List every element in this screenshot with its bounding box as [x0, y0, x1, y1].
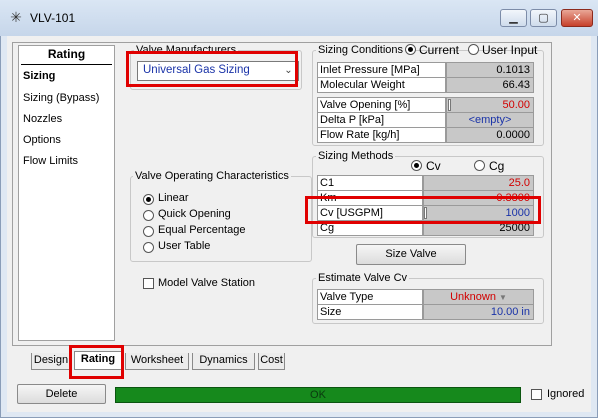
- c1-label: C1: [317, 175, 423, 191]
- delete-button[interactable]: Delete: [17, 384, 106, 404]
- inlet-pressure-label: Inlet Pressure [MPa]: [317, 62, 446, 78]
- radio-quick-opening[interactable]: [143, 210, 154, 221]
- nav-item-sizing[interactable]: Sizing: [23, 70, 55, 82]
- highlight-rating-tab: [69, 345, 124, 379]
- radio-cg-label: Cg: [489, 159, 505, 173]
- molecular-weight-value[interactable]: 66.43: [446, 77, 534, 93]
- sizing-conditions-label: Sizing Conditions: [316, 44, 405, 56]
- radio-current[interactable]: [405, 44, 416, 55]
- molecular-weight-label: Molecular Weight: [317, 77, 446, 93]
- ignored-checkbox[interactable]: [531, 389, 542, 400]
- tab-design[interactable]: Design: [31, 353, 71, 370]
- radio-user-input[interactable]: [468, 44, 479, 55]
- window-title: VLV-101: [30, 11, 76, 25]
- inlet-pressure-value[interactable]: 0.1013: [446, 62, 534, 78]
- valve-opening-label: Valve Opening [%]: [317, 97, 446, 113]
- size-label: Size: [317, 304, 423, 320]
- tab-cost[interactable]: Cost: [258, 353, 285, 370]
- highlight-valve-manufacturer: [126, 51, 298, 87]
- valve-opening-value[interactable]: 50.00: [446, 97, 534, 113]
- nav-divider: [21, 64, 112, 65]
- radio-cg[interactable]: [474, 160, 485, 171]
- status-bar: OK: [115, 387, 521, 403]
- c1-value[interactable]: 25.0: [423, 175, 534, 191]
- option-user-table-label: User Table: [158, 240, 211, 252]
- nav-item-options[interactable]: Options: [23, 134, 61, 146]
- radio-user-table[interactable]: [143, 242, 154, 253]
- maximize-button[interactable]: ▢: [530, 9, 557, 27]
- valve-type-label: Valve Type: [317, 289, 423, 305]
- option-linear-label: Linear: [158, 192, 189, 204]
- tab-worksheet[interactable]: Worksheet: [125, 353, 189, 370]
- valve-opening-slider-handle[interactable]: [448, 99, 451, 111]
- model-valve-station-checkbox[interactable]: [143, 278, 154, 289]
- flow-rate-value[interactable]: 0.0000: [446, 127, 534, 143]
- minimize-button[interactable]: ▁: [500, 9, 527, 27]
- radio-current-label: Current: [419, 43, 460, 57]
- valve-type-value[interactable]: Unknown ▼: [423, 289, 534, 305]
- asterisk-icon: ✳: [10, 9, 22, 25]
- radio-linear[interactable]: [143, 194, 154, 205]
- delta-p-label: Delta P [kPa]: [317, 112, 446, 128]
- minimize-icon: ▁: [509, 12, 518, 24]
- radio-cv-label: Cv: [426, 159, 441, 173]
- estimate-valve-cv-label: Estimate Valve Cv: [316, 272, 410, 284]
- highlight-cv: [305, 196, 541, 224]
- radio-cv[interactable]: [411, 160, 422, 171]
- option-equal-percentage-label: Equal Percentage: [158, 224, 246, 236]
- nav-header: Rating: [47, 47, 86, 61]
- option-quick-opening-label: Quick Opening: [158, 208, 231, 220]
- delta-p-value[interactable]: <empty>: [446, 112, 534, 128]
- tab-dynamics[interactable]: Dynamics: [192, 353, 255, 370]
- radio-equal-percentage[interactable]: [143, 226, 154, 237]
- close-button[interactable]: ✕: [561, 9, 593, 27]
- close-icon: ✕: [572, 12, 582, 24]
- nav-item-flow-limits[interactable]: Flow Limits: [23, 155, 78, 167]
- size-value[interactable]: 10.00 in: [423, 304, 534, 320]
- operating-characteristics-label: Valve Operating Characteristics: [133, 170, 291, 182]
- nav-item-nozzles[interactable]: Nozzles: [23, 113, 62, 125]
- size-valve-button[interactable]: Size Valve: [356, 244, 466, 265]
- rating-nav: [18, 45, 115, 341]
- flow-rate-label: Flow Rate [kg/h]: [317, 127, 446, 143]
- maximize-icon: ▢: [538, 12, 549, 24]
- sizing-methods-label: Sizing Methods: [316, 150, 396, 162]
- chevron-down-icon[interactable]: ▼: [499, 293, 507, 302]
- radio-user-input-label: User Input: [482, 43, 538, 57]
- nav-item-sizing-bypass[interactable]: Sizing (Bypass): [23, 92, 99, 104]
- ignored-label: Ignored: [547, 388, 585, 400]
- model-valve-station-label: Model Valve Station: [158, 277, 256, 289]
- valve-type-text: Unknown: [450, 291, 496, 303]
